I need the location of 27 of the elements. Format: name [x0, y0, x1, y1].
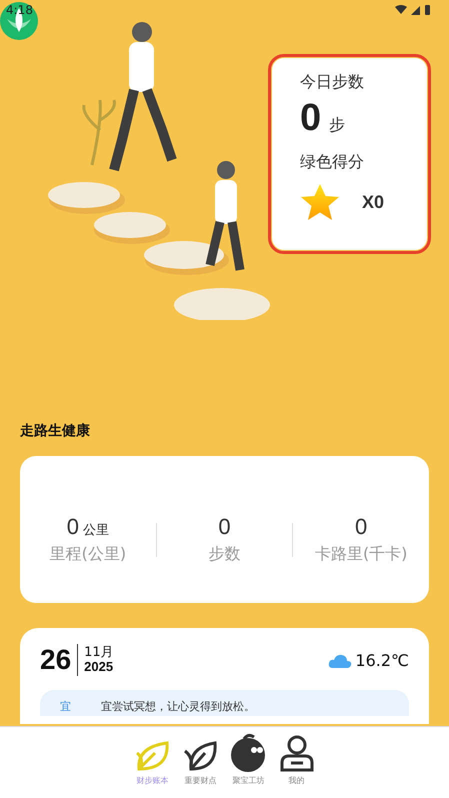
status-time: 4:18 [6, 3, 33, 17]
temperature: 16.2℃ [355, 650, 409, 670]
nav-tab[interactable]: 我的 [274, 733, 318, 786]
stat-unit: 公里 [82, 522, 109, 539]
stat-label: 卡路里(千卡) [314, 544, 408, 565]
score-value: X0 [362, 192, 384, 212]
card-label: 绿色得分 [300, 152, 365, 173]
step-count: 0 [300, 97, 322, 140]
tip-tag: 宜 [60, 699, 71, 714]
date-year: 2025 [84, 660, 114, 674]
card-label: 今日步数 [300, 72, 365, 93]
stat-label: 里程(公里) [50, 544, 126, 565]
stat-value: 0 [218, 514, 231, 540]
stat-value: 0 [66, 514, 79, 540]
nav-tab[interactable]: 重要财点 [178, 733, 222, 786]
app-logo-icon [0, 2, 38, 40]
date-day: 26 [40, 644, 78, 676]
tip-text: 宜尝试冥想，让心灵得到放松。 [101, 699, 255, 714]
section-title: 走路生健康 [20, 422, 90, 440]
person-icon [278, 733, 314, 773]
star-icon [300, 183, 340, 221]
nav-tab[interactable]: 聚宝工坊 [226, 733, 270, 786]
date-month: 11月 [84, 646, 114, 660]
nav-tab[interactable]: 财步账本 [130, 733, 174, 786]
stat-value: 0 [355, 514, 368, 540]
step-unit: 步 [329, 115, 346, 136]
stat-label: 步数 [208, 544, 240, 565]
